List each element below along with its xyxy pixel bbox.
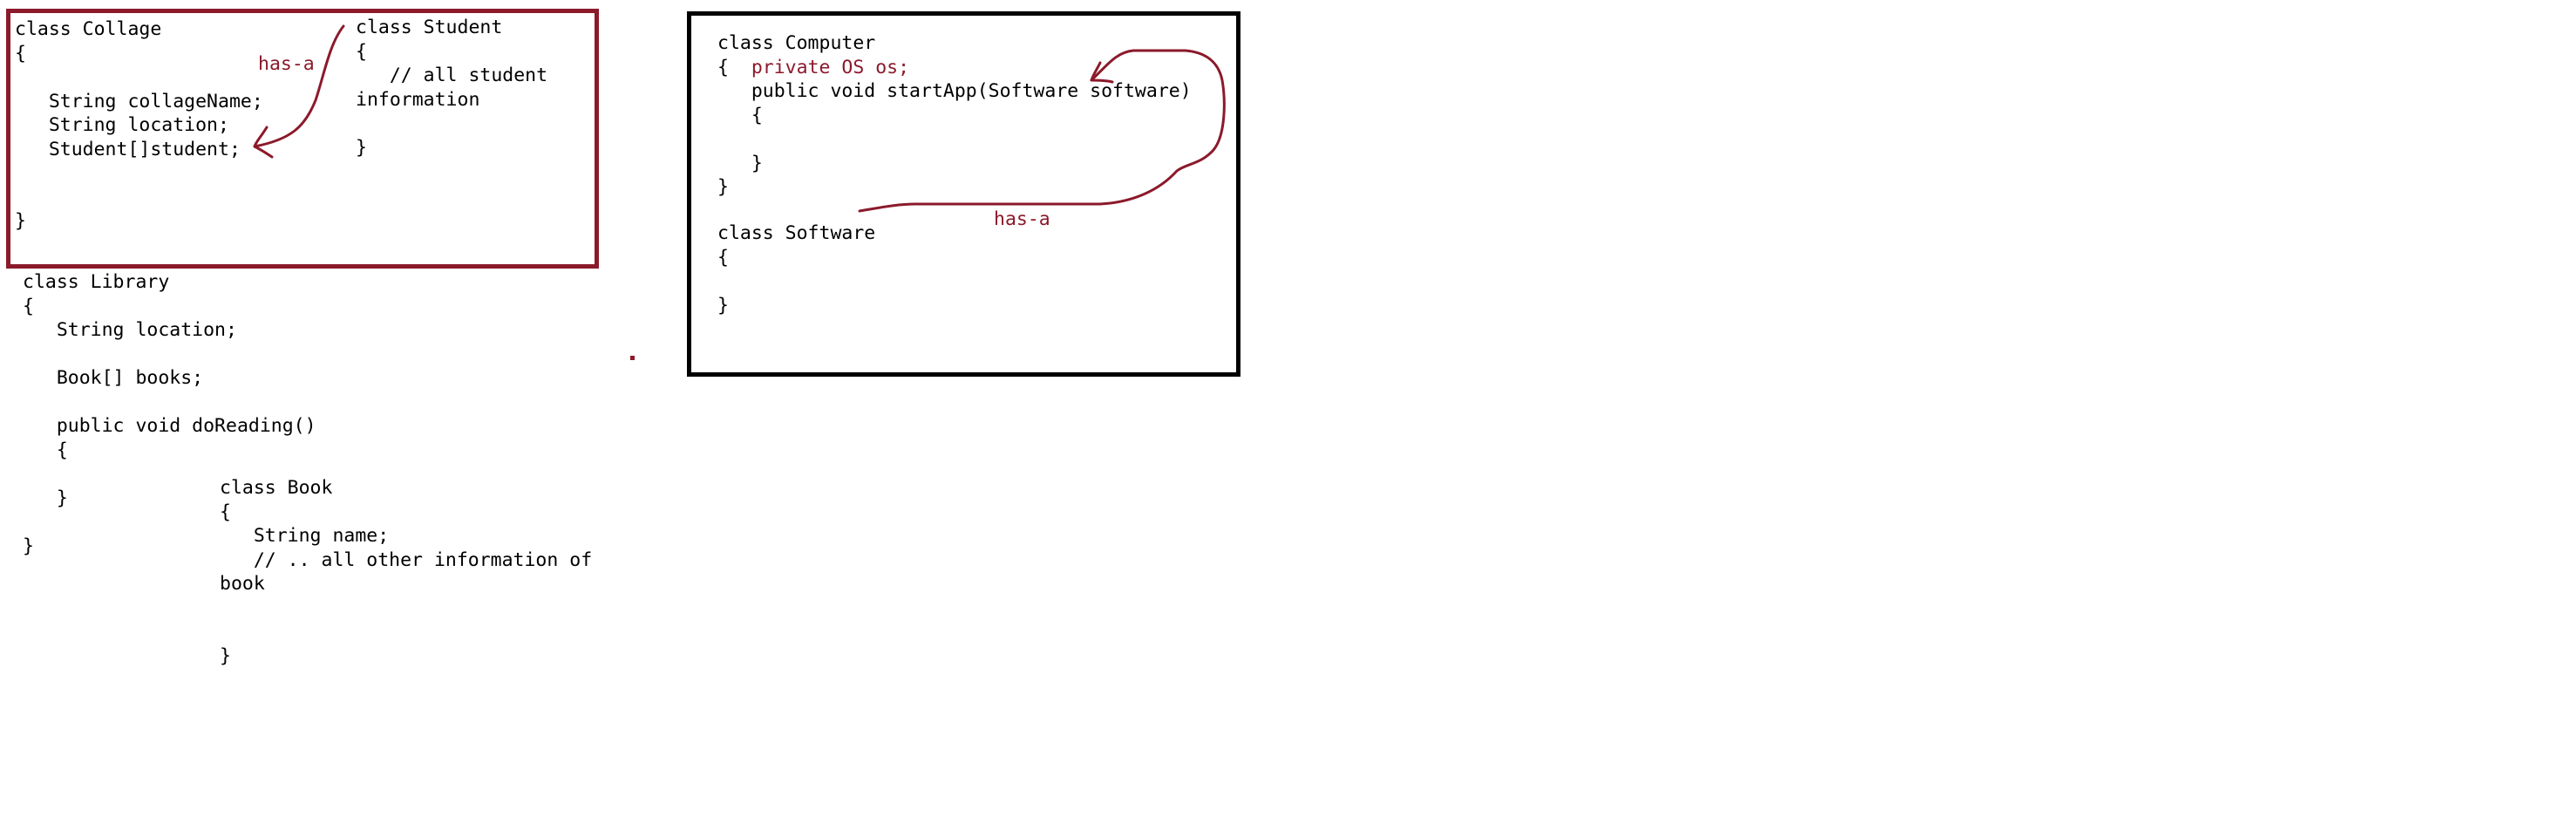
has-a-arrowhead-computer	[1090, 61, 1114, 84]
has-a-arrow-collage-student	[253, 24, 345, 148]
stray-ink-dot	[630, 356, 635, 360]
diagram-canvas: class Collage { String collageName; Stri…	[0, 0, 2576, 817]
has-a-arrow-computer-software	[858, 49, 1226, 213]
annotation-arrows	[253, 24, 1226, 213]
